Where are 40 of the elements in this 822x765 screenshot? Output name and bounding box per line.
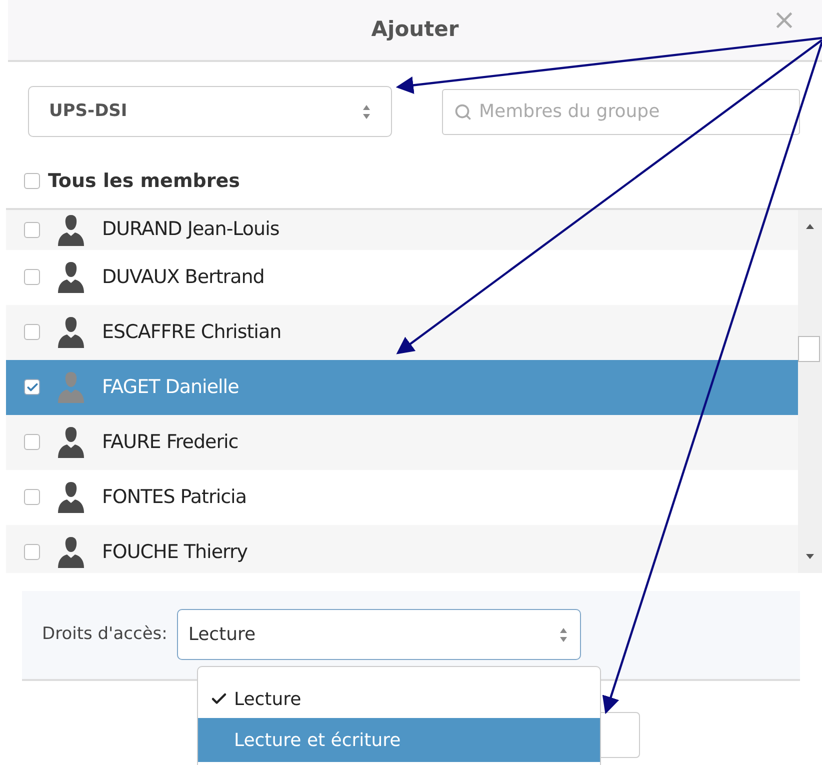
member-name: FAGET Danielle <box>102 374 239 400</box>
checkbox[interactable] <box>24 434 40 450</box>
member-name: FOUCHE Thierry <box>102 540 248 565</box>
member-name: DUVAUX Bertrand <box>102 264 264 290</box>
scroll-up-icon[interactable] <box>806 224 814 228</box>
person-icon <box>56 315 86 349</box>
all-members-label: Tous les membres <box>48 169 240 194</box>
checkbox[interactable] <box>24 379 40 395</box>
menu-option[interactable]: Lecture <box>198 680 600 718</box>
member-row[interactable]: DURAND Jean-Louis <box>6 210 798 250</box>
member-name: FONTES Patricia <box>102 484 246 510</box>
sort-arrows-icon <box>559 626 568 642</box>
person-icon <box>56 480 86 514</box>
scroll-thumb[interactable] <box>798 336 820 362</box>
sort-arrows-icon <box>362 104 371 120</box>
search-field[interactable]: Membres du groupe <box>442 88 800 134</box>
person-icon <box>56 425 86 459</box>
checkbox[interactable] <box>24 324 40 340</box>
checkbox[interactable] <box>24 222 40 238</box>
dialog-title: Ajouter <box>371 16 459 44</box>
scrollbar[interactable] <box>798 210 822 572</box>
member-row[interactable]: ESCAFFRE Christian <box>6 304 798 360</box>
person-icon <box>56 535 86 569</box>
search-icon <box>454 102 472 120</box>
member-name: FAURE Frederic <box>102 430 238 455</box>
person-icon <box>56 370 86 404</box>
member-row[interactable]: FOUCHE Thierry <box>6 524 798 572</box>
scroll-down-icon[interactable] <box>806 554 814 558</box>
member-name: ESCAFFRE Christian <box>102 320 282 345</box>
person-icon <box>56 212 86 246</box>
checkbox[interactable] <box>24 173 40 190</box>
access-select[interactable]: Lecture <box>177 609 582 660</box>
member-row[interactable]: FAURE Frederic <box>6 414 798 470</box>
access-label: Droits d'accès: <box>42 622 168 646</box>
member-name: DURAND Jean-Louis <box>102 217 280 242</box>
person-icon <box>56 260 86 294</box>
group-select[interactable]: UPS-DSI <box>28 86 392 137</box>
checkbox[interactable] <box>24 269 40 285</box>
checkbox[interactable] <box>24 489 40 505</box>
checkbox[interactable] <box>24 544 40 560</box>
